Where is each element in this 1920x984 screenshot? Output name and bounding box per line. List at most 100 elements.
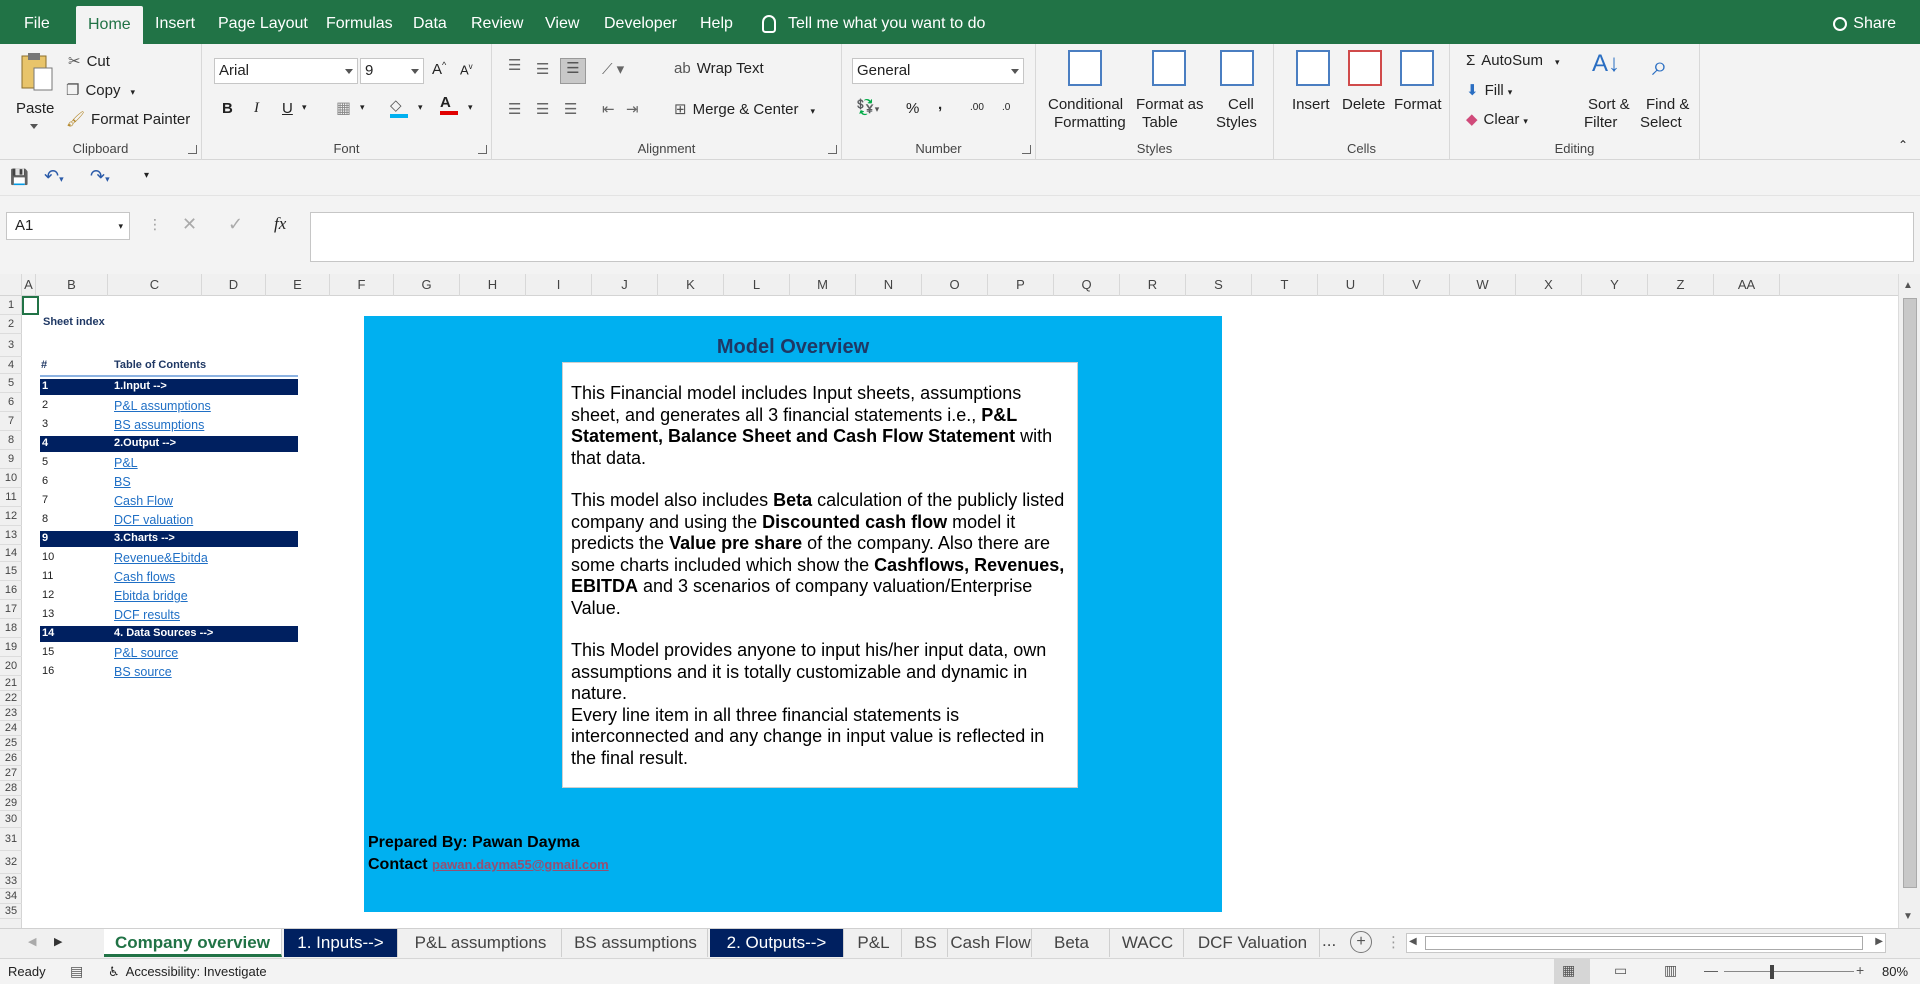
overview-textbox[interactable]: This Financial model includes Input shee… bbox=[562, 362, 1078, 788]
accessibility-status[interactable]: ♿ Accessibility: Investigate bbox=[108, 964, 267, 980]
toc-header-row[interactable] bbox=[40, 379, 298, 395]
horizontal-scrollbar[interactable]: ◀ ▶ bbox=[1406, 933, 1886, 953]
zoom-out-icon[interactable]: — bbox=[1704, 962, 1718, 978]
bold-button[interactable]: B bbox=[222, 100, 233, 117]
column-header[interactable]: S bbox=[1186, 274, 1252, 296]
zoom-slider[interactable] bbox=[1724, 971, 1854, 972]
row-header[interactable]: 30 bbox=[0, 811, 22, 828]
delete-cells-button[interactable]: Delete bbox=[1340, 50, 1392, 132]
menu-help[interactable]: Help bbox=[700, 0, 733, 44]
row-header[interactable]: 28 bbox=[0, 781, 22, 796]
row-header[interactable]: 29 bbox=[0, 796, 22, 811]
chevron-down-icon[interactable]: ▾ bbox=[468, 102, 473, 113]
menu-home[interactable]: Home bbox=[76, 6, 143, 44]
row-header[interactable]: 33 bbox=[0, 874, 22, 889]
sheet-tab[interactable]: 1. Inputs--> bbox=[284, 929, 398, 957]
row-header[interactable]: 34 bbox=[0, 889, 22, 904]
toc-link[interactable]: Cash Flow bbox=[114, 494, 173, 508]
zoom-slider-thumb[interactable] bbox=[1770, 965, 1774, 979]
column-header[interactable]: E bbox=[266, 274, 330, 296]
macro-record-icon[interactable]: ▤ bbox=[70, 963, 83, 980]
row-header[interactable]: 35 bbox=[0, 904, 22, 919]
row-header[interactable]: 10 bbox=[0, 469, 22, 488]
row-header[interactable]: 13 bbox=[0, 526, 22, 545]
font-name-select[interactable]: Arial bbox=[214, 58, 358, 84]
more-sheets-ellipsis[interactable]: ... bbox=[1322, 931, 1336, 951]
align-center-icon[interactable]: ☰ bbox=[536, 100, 549, 118]
sheet-tab[interactable]: Cash Flow bbox=[950, 929, 1032, 957]
row-header[interactable]: 31 bbox=[0, 828, 22, 851]
row-header[interactable]: 3 bbox=[0, 334, 22, 357]
menu-view[interactable]: View bbox=[545, 0, 579, 44]
decrease-indent-icon[interactable]: ⇤ bbox=[602, 100, 615, 118]
insert-function-icon[interactable]: fx bbox=[274, 214, 286, 234]
row-header[interactable]: 7 bbox=[0, 412, 22, 431]
tab-split-handle[interactable]: ⋮ bbox=[1386, 933, 1401, 951]
column-header[interactable]: U bbox=[1318, 274, 1384, 296]
column-header[interactable]: F bbox=[330, 274, 394, 296]
row-header[interactable]: 8 bbox=[0, 431, 22, 450]
scroll-right-icon[interactable]: ▶ bbox=[1875, 936, 1883, 947]
row-header[interactable]: 16 bbox=[0, 581, 22, 600]
column-header[interactable]: N bbox=[856, 274, 922, 296]
hscroll-thumb[interactable] bbox=[1425, 936, 1863, 950]
row-header[interactable]: 21 bbox=[0, 676, 22, 691]
name-box[interactable]: A1 ▾ bbox=[6, 212, 130, 240]
italic-button[interactable]: I bbox=[254, 100, 259, 117]
column-header[interactable]: B bbox=[36, 274, 108, 296]
borders-icon[interactable]: ▦ bbox=[336, 98, 351, 118]
scroll-down-icon[interactable]: ▼ bbox=[1903, 911, 1913, 922]
merge-center-button[interactable]: ⊞ Merge & Center ▾ bbox=[674, 100, 815, 118]
sort-filter-button[interactable]: A↓ Sort & Filter bbox=[1580, 50, 1636, 132]
toc-link[interactable]: P&L bbox=[114, 456, 138, 470]
insert-cells-button[interactable]: Insert bbox=[1288, 50, 1338, 132]
menu-insert[interactable]: Insert bbox=[155, 0, 195, 44]
toc-link[interactable]: Ebitda bridge bbox=[114, 589, 188, 603]
increase-indent-icon[interactable]: ⇥ bbox=[626, 100, 639, 118]
middle-align-icon[interactable]: ☰ bbox=[536, 60, 549, 78]
wrap-text-button[interactable]: ab Wrap Text bbox=[674, 60, 764, 77]
clipboard-launcher-icon[interactable] bbox=[188, 145, 197, 154]
toc-section-label[interactable]: 2.Output --> bbox=[114, 437, 176, 449]
paste-button[interactable]: Paste bbox=[12, 52, 60, 134]
menu-formulas[interactable]: Formulas bbox=[326, 0, 393, 44]
sheet-tab[interactable]: P&L assumptions bbox=[400, 929, 562, 957]
fill-color-icon[interactable]: ◇ bbox=[390, 96, 408, 118]
sheet-tab[interactable]: Company overview bbox=[104, 929, 282, 957]
format-cells-button[interactable]: Format bbox=[1392, 50, 1446, 132]
row-header[interactable]: 26 bbox=[0, 751, 22, 766]
chevron-down-icon[interactable]: ▾ bbox=[360, 102, 365, 113]
row-header[interactable]: 14 bbox=[0, 545, 22, 562]
copy-button[interactable]: ❐ Copy ▾ bbox=[66, 81, 135, 99]
contact-email-link[interactable]: pawan.dayma55@gmail.com bbox=[432, 857, 609, 872]
row-header[interactable]: 19 bbox=[0, 638, 22, 657]
clear-button[interactable]: ◆ Clear ▾ bbox=[1466, 110, 1528, 128]
column-header[interactable]: G bbox=[394, 274, 460, 296]
select-all-corner[interactable] bbox=[0, 274, 22, 296]
enter-icon[interactable]: ✓ bbox=[228, 214, 243, 235]
column-header[interactable]: I bbox=[526, 274, 592, 296]
row-header[interactable]: 23 bbox=[0, 706, 22, 721]
save-icon[interactable]: 💾 bbox=[10, 168, 29, 186]
next-sheet-icon[interactable]: ▶ bbox=[54, 935, 62, 948]
sheet-tab[interactable]: 2. Outputs--> bbox=[710, 929, 844, 957]
column-header[interactable]: K bbox=[658, 274, 724, 296]
sheet-tab[interactable]: BS assumptions bbox=[564, 929, 708, 957]
toc-link[interactable]: DCF results bbox=[114, 608, 180, 622]
prev-sheet-icon[interactable]: ◀ bbox=[28, 935, 36, 948]
row-header[interactable]: 15 bbox=[0, 562, 22, 581]
sheet-tab[interactable]: P&L bbox=[846, 929, 902, 957]
chevron-down-icon[interactable]: ▾ bbox=[418, 102, 423, 113]
menu-page-layout[interactable]: Page Layout bbox=[218, 0, 308, 44]
number-format-select[interactable]: General bbox=[852, 58, 1024, 84]
share-button[interactable]: Share bbox=[1833, 12, 1896, 36]
sheet-tab[interactable]: Beta bbox=[1034, 929, 1110, 957]
scroll-thumb[interactable] bbox=[1903, 298, 1917, 888]
toc-link[interactable]: BS assumptions bbox=[114, 418, 204, 432]
toc-section-label[interactable]: 4. Data Sources --> bbox=[114, 627, 213, 639]
column-header[interactable]: L bbox=[724, 274, 790, 296]
font-color-icon[interactable]: A bbox=[440, 94, 458, 115]
menu-review[interactable]: Review bbox=[471, 0, 523, 44]
column-header[interactable]: Y bbox=[1582, 274, 1648, 296]
row-header[interactable]: 9 bbox=[0, 450, 22, 469]
